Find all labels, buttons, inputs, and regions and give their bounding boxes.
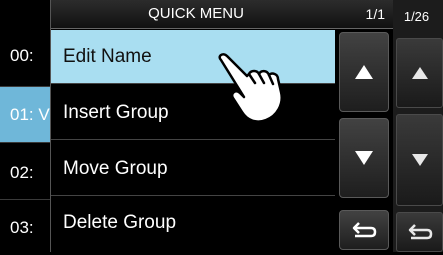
channel-row[interactable]: 03: — [0, 200, 50, 255]
return-arrow-icon — [408, 224, 432, 240]
channel-row[interactable]: 02: — [0, 145, 50, 200]
menu-item-delete-group[interactable]: Delete Group — [51, 196, 335, 250]
background-side-panel: 1/26 — [390, 0, 443, 252]
return-arrow-icon — [352, 222, 377, 238]
menu-item-label: Edit Name — [63, 45, 152, 67]
menu-item-move-group[interactable]: Move Group — [51, 142, 335, 196]
quick-menu-window: QUICK MENU 1/1 Edit Name Insert Group Mo… — [50, 0, 393, 252]
channel-label: 00: — [10, 45, 34, 65]
channel-label: 02: — [10, 162, 34, 182]
up-triangle-icon — [355, 65, 373, 79]
menu-item-label: Insert Group — [63, 101, 169, 123]
menu-item-insert-group[interactable]: Insert Group — [51, 86, 335, 140]
bg-back-button[interactable] — [396, 212, 443, 252]
channel-row-selected[interactable]: 01: V — [0, 87, 50, 142]
down-triangle-icon — [411, 154, 428, 166]
quick-menu-page: 1/1 — [365, 6, 385, 22]
scroll-down-button[interactable] — [339, 118, 389, 198]
channel-row[interactable]: 00: — [0, 28, 50, 83]
page-counter: 1/26 — [403, 9, 430, 24]
menu-item-label: Move Group — [63, 157, 168, 179]
pointing-hand-icon — [218, 53, 283, 123]
quick-menu-titlebar: QUICK MENU 1/1 — [51, 0, 393, 29]
quick-menu-title: QUICK MENU — [148, 5, 244, 22]
scroll-up-button[interactable] — [339, 32, 389, 112]
bg-scroll-down-button[interactable] — [396, 114, 443, 206]
up-triangle-icon — [411, 67, 428, 79]
channel-label: 03: — [10, 217, 34, 237]
divider — [0, 142, 50, 143]
menu-item-edit-name[interactable]: Edit Name — [51, 30, 335, 84]
back-button[interactable] — [339, 210, 389, 250]
background-channel-list: 00: 01: V 02: 03: — [0, 0, 50, 252]
bg-scroll-up-button[interactable] — [396, 38, 443, 108]
menu-item-label: Delete Group — [63, 212, 177, 233]
channel-label: 01: V — [10, 104, 50, 124]
down-triangle-icon — [355, 151, 373, 165]
